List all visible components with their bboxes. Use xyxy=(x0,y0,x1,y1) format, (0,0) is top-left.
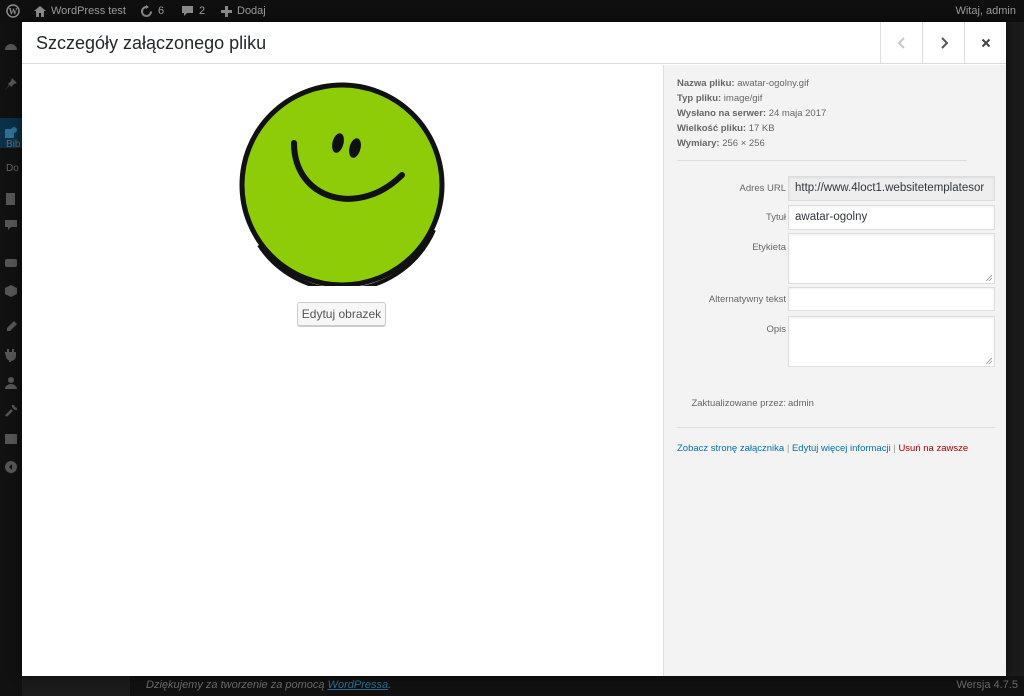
caption-field[interactable] xyxy=(788,233,995,284)
edit-image-button[interactable]: Edytuj obrazek xyxy=(297,302,386,326)
account-menu[interactable]: Witaj, admin xyxy=(955,0,1016,22)
new-content-link[interactable]: Dodaj xyxy=(221,0,266,22)
collapse-menu-icon[interactable] xyxy=(4,460,18,474)
appearance-icon[interactable] xyxy=(4,320,18,334)
pages-icon[interactable] xyxy=(4,192,18,206)
media-icon[interactable] xyxy=(4,126,18,140)
updates-link[interactable]: 6 xyxy=(140,0,164,22)
updated-by-value: admin xyxy=(788,398,814,409)
woo-icon[interactable] xyxy=(4,256,18,270)
url-label: Adres URL xyxy=(739,183,786,194)
attachment-actions: Zobacz stronę załącznika | Edytuj więcej… xyxy=(677,443,968,454)
attachment-media-view: Edytuj obrazek xyxy=(22,65,663,676)
updates-count: 6 xyxy=(158,5,165,17)
comments-count: 2 xyxy=(199,5,206,17)
smiley-image xyxy=(239,82,445,286)
resize-grip-icon[interactable] xyxy=(986,275,992,281)
footer-thanks: Dziękujemy za tworzenie za pomocą WordPr… xyxy=(146,679,392,691)
users-icon[interactable] xyxy=(4,376,18,390)
attachment-details-modal: Szczegóły załączonego pliku Edytuj obraz… xyxy=(22,22,1006,676)
description-label: Opis xyxy=(766,324,786,335)
comments-link[interactable]: 2 xyxy=(181,0,205,22)
refresh-icon xyxy=(141,4,152,17)
meta-filetype: Typ pliku: image/gif xyxy=(677,93,763,104)
footer-version: Wersja 4.7.5 xyxy=(956,679,1018,691)
alt-text-field[interactable] xyxy=(788,287,995,311)
site-name-link[interactable]: WordPress test xyxy=(34,0,126,22)
previous-button[interactable] xyxy=(880,22,922,64)
pin-icon[interactable] xyxy=(4,77,18,91)
modal-header: Szczegóły załączonego pliku xyxy=(22,22,1006,64)
admin-bar: W WordPress test 6 2 Dodaj Witaj, admin xyxy=(0,0,1024,22)
admin-side-menu: Bib Do xyxy=(0,22,22,696)
site-name: WordPress test xyxy=(51,5,126,17)
chevron-left-icon xyxy=(897,37,905,49)
comment-icon xyxy=(182,6,193,16)
dashboard-icon[interactable] xyxy=(4,40,18,54)
delete-permanently-link[interactable]: Usuń na zawsze xyxy=(898,443,968,454)
plugins-icon[interactable] xyxy=(4,348,18,362)
submenu-library[interactable]: Bib xyxy=(6,139,20,150)
title-label: Tytuł xyxy=(765,212,786,223)
alt-text-label: Alternatywny tekst xyxy=(708,294,786,305)
title-field[interactable]: awatar-ogolny xyxy=(788,205,995,230)
comments-icon[interactable] xyxy=(4,218,18,232)
edit-more-details-link[interactable]: Edytuj więcej informacji xyxy=(792,443,891,454)
separator: | xyxy=(893,443,896,454)
svg-text:W: W xyxy=(9,7,18,17)
greeting: Witaj, admin xyxy=(955,5,1016,17)
meta-uploaded: Wysłano na serwer: 24 maja 2017 xyxy=(677,108,827,119)
meta-filename: Nazwa pliku: awatar-ogolny.gif xyxy=(677,78,809,89)
meta-filesize: Wielkość pliku: 17 KB xyxy=(677,123,775,134)
attachment-info-sidebar: Nazwa pliku: awatar-ogolny.gif Typ pliku… xyxy=(663,65,1006,676)
description-field[interactable] xyxy=(788,316,995,367)
close-button[interactable] xyxy=(964,22,1006,64)
modal-title: Szczegóły załączonego pliku xyxy=(36,33,267,53)
wordpress-logo-icon[interactable]: W xyxy=(6,0,20,22)
resize-grip-icon[interactable] xyxy=(986,358,992,364)
file-details: Nazwa pliku: awatar-ogolny.gif Typ pliku… xyxy=(677,76,826,151)
next-button[interactable] xyxy=(922,22,964,64)
updated-by-label: Zaktualizowane przez: xyxy=(691,398,786,409)
url-field[interactable]: http://www.4loct1.websitetemplatesor xyxy=(788,176,995,201)
submenu-add[interactable]: Do xyxy=(6,163,19,174)
chevron-right-icon xyxy=(940,37,948,49)
meta-dimensions: Wymiary: 256 × 256 xyxy=(677,138,765,149)
caption-label: Etykieta xyxy=(752,242,786,253)
divider xyxy=(677,160,967,161)
separator: | xyxy=(786,443,790,454)
wordpress-link[interactable]: WordPressa xyxy=(328,679,389,691)
home-icon xyxy=(34,5,46,17)
admin-footer: Dziękujemy za tworzenie za pomocą WordPr… xyxy=(130,676,1024,696)
divider xyxy=(677,427,995,428)
tools-icon[interactable] xyxy=(4,404,18,418)
new-label: Dodaj xyxy=(237,5,266,17)
plus-icon xyxy=(221,5,232,17)
close-icon xyxy=(981,38,990,48)
settings-icon[interactable] xyxy=(4,432,18,446)
products-icon[interactable] xyxy=(4,284,18,298)
view-attachment-page-link[interactable]: Zobacz stronę załącznika xyxy=(677,443,784,454)
